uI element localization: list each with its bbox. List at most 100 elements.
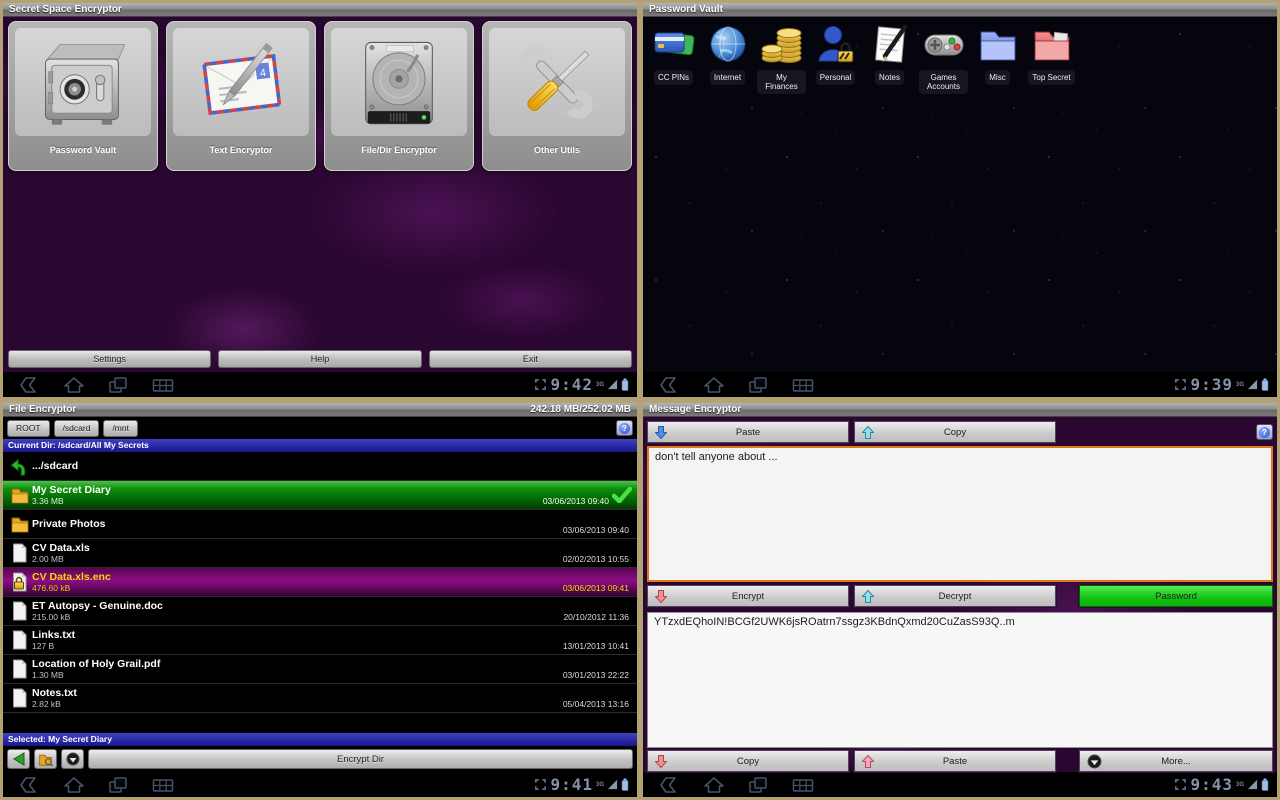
paste-button-bottom[interactable]: Paste xyxy=(854,750,1056,772)
decrypt-up-arrow-icon xyxy=(862,589,874,604)
copy-down-arrow-icon xyxy=(655,754,667,769)
help-button[interactable]: Help xyxy=(218,350,421,368)
category-top-secret[interactable]: Top Secret xyxy=(1027,23,1076,85)
expand-icon xyxy=(1174,778,1187,791)
file-name: Notes.txt xyxy=(32,687,77,699)
help-button[interactable]: ? xyxy=(1256,424,1273,440)
title-bar: Message Encryptor xyxy=(643,403,1277,417)
file-icon xyxy=(11,688,28,708)
back-icon[interactable] xyxy=(659,376,681,394)
file-row[interactable]: Location of Holy Grail.pdf 1.30 MB 03/01… xyxy=(3,655,637,684)
parent-dir-row[interactable]: .../sdcard xyxy=(3,452,637,481)
category-cc-pins[interactable]: CC PINs xyxy=(649,23,698,85)
copy-button-bottom[interactable]: Copy xyxy=(647,750,849,772)
bottom-toolbar: Encrypt Dir xyxy=(3,746,637,772)
file-row[interactable]: Private Photos 03/06/2013 09:40 xyxy=(3,510,637,539)
tile-text-encryptor[interactable]: 4 Text Encryptor xyxy=(166,21,316,171)
file-date: 05/04/2013 13:16 xyxy=(563,699,629,709)
clock: 9:41 xyxy=(550,777,593,793)
safe-icon xyxy=(33,32,133,132)
encrypt-button[interactable]: Encrypt xyxy=(647,585,849,607)
copy-up-arrow-icon xyxy=(862,425,874,440)
home-icon[interactable] xyxy=(703,776,725,794)
tile-file-dir-encryptor[interactable]: File/Dir Encryptor xyxy=(324,21,474,171)
back-icon[interactable] xyxy=(19,776,41,794)
recent-apps-icon[interactable] xyxy=(747,776,769,794)
category-my-finances[interactable]: My Finances xyxy=(757,23,806,94)
exit-button[interactable]: Exit xyxy=(429,350,632,368)
file-row[interactable]: ET Autopsy - Genuine.doc 215.00 kB 20/10… xyxy=(3,597,637,626)
file-icon xyxy=(11,543,28,563)
file-name: Private Photos xyxy=(32,518,106,530)
recent-apps-icon[interactable] xyxy=(107,776,129,794)
file-row[interactable]: Links.txt 127 B 13/01/2013 10:41 xyxy=(3,626,637,655)
folder-icon xyxy=(10,486,30,504)
paste-button-top[interactable]: Paste xyxy=(647,421,849,443)
copy-button-top[interactable]: Copy xyxy=(854,421,1056,443)
globe-icon xyxy=(706,23,750,67)
decrypt-button[interactable]: Decrypt xyxy=(854,585,1056,607)
file-size: 1.30 MB xyxy=(32,670,160,680)
person-lock-icon xyxy=(814,23,858,67)
settings-button[interactable]: Settings xyxy=(8,350,211,368)
file-row-encrypted[interactable]: CV Data.xls.enc 476.60 kB 03/06/2013 09:… xyxy=(3,568,637,597)
back-icon[interactable] xyxy=(659,776,681,794)
app-secret-space-encryptor: Secret Space Encryptor xyxy=(0,0,640,400)
file-row-selected[interactable]: My Secret Diary 3.36 MB 03/06/2013 09:40 xyxy=(3,481,637,510)
sdcard-button[interactable]: /sdcard xyxy=(54,420,100,437)
menu-button[interactable] xyxy=(61,749,84,769)
signal-icon xyxy=(1247,379,1258,390)
paste-up-arrow-icon xyxy=(862,754,874,769)
file-row[interactable]: CV Data.xls 2.00 MB 02/02/2013 10:55 xyxy=(3,539,637,568)
file-row[interactable]: Notes.txt 2.82 kB 05/04/2013 13:16 xyxy=(3,684,637,713)
home-icon[interactable] xyxy=(703,376,725,394)
back-dir-button[interactable] xyxy=(7,749,30,769)
encrypt-dir-button[interactable]: Encrypt Dir xyxy=(88,749,633,769)
apps-grid-icon[interactable] xyxy=(791,776,815,794)
mnt-button[interactable]: /mnt xyxy=(103,420,138,437)
apps-grid-icon[interactable] xyxy=(151,376,175,394)
category-internet[interactable]: Internet xyxy=(703,23,752,85)
cipher-text-area[interactable]: YTzxdEQhoIN!BCGf2UWK6jsROatrn7ssgz3KBdnQ… xyxy=(647,612,1273,748)
back-icon[interactable] xyxy=(19,376,41,394)
crypt-row: Encrypt Decrypt Password xyxy=(643,585,1277,607)
clipboard-row: Paste Copy ? xyxy=(643,421,1277,443)
category-row: CC PINs Internet xyxy=(643,17,1277,94)
file-size: 3.36 MB xyxy=(32,496,111,506)
status-cluster: 9:41 3G xyxy=(534,777,629,793)
title-bar: Secret Space Encryptor xyxy=(3,3,637,17)
file-size: 2.82 kB xyxy=(32,699,77,709)
plain-text-area[interactable]: don't tell anyone about ... xyxy=(647,446,1273,582)
root-button[interactable]: ROOT xyxy=(7,420,50,437)
apps-grid-icon[interactable] xyxy=(151,776,175,794)
file-date: 03/06/2013 09:40 xyxy=(563,525,629,535)
password-button[interactable]: Password xyxy=(1079,585,1273,607)
storage-indicator: 242.18 MB/252.02 MB xyxy=(530,404,631,415)
tile-other-utils[interactable]: Other Utils xyxy=(482,21,632,171)
android-nav-bar: 9:43 3G xyxy=(643,772,1277,797)
category-personal[interactable]: Personal xyxy=(811,23,860,85)
file-name: CV Data.xls.enc xyxy=(32,571,111,583)
file-name: My Secret Diary xyxy=(32,484,111,496)
file-date: 02/02/2013 10:55 xyxy=(563,554,629,564)
browse-button[interactable] xyxy=(34,749,57,769)
app-password-vault: Password Vault CC PINs xyxy=(640,0,1280,400)
recent-apps-icon[interactable] xyxy=(747,376,769,394)
tile-password-vault[interactable]: Password Vault xyxy=(8,21,158,171)
more-button[interactable]: More... xyxy=(1079,750,1273,772)
folder-icon xyxy=(10,515,30,533)
home-icon[interactable] xyxy=(63,376,85,394)
apps-grid-icon[interactable] xyxy=(791,376,815,394)
expand-icon xyxy=(1174,378,1187,391)
help-button[interactable]: ? xyxy=(616,420,633,436)
tile-label: Text Encryptor xyxy=(173,136,309,164)
file-icon xyxy=(11,659,28,679)
category-misc[interactable]: Misc xyxy=(973,23,1022,85)
folder-search-icon xyxy=(38,753,53,766)
main-menu-background: Password Vault 4 xyxy=(3,17,637,372)
category-games-accounts[interactable]: Games Accounts xyxy=(919,23,968,94)
battery-icon xyxy=(1261,778,1269,791)
recent-apps-icon[interactable] xyxy=(107,376,129,394)
home-icon[interactable] xyxy=(63,776,85,794)
category-notes[interactable]: Notes xyxy=(865,23,914,85)
